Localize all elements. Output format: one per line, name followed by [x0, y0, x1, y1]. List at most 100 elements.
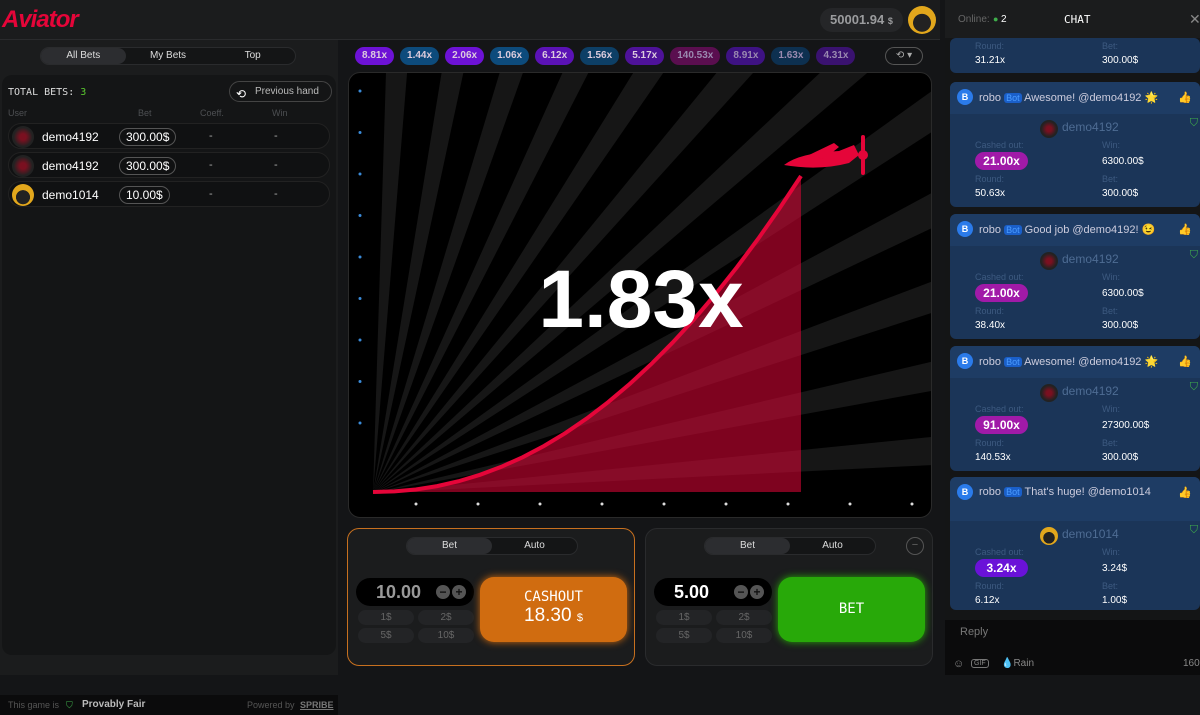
online-dot-icon: ●: [993, 14, 999, 24]
cashed-multiplier: 21.00x: [975, 152, 1028, 170]
column-win: Win: [272, 108, 288, 118]
history-multiplier[interactable]: 8.91x: [726, 47, 766, 65]
tab-bet[interactable]: Bet: [705, 538, 790, 554]
quick-amount-button[interactable]: 10$: [418, 628, 474, 643]
tab-top[interactable]: Top: [210, 48, 295, 64]
shield-icon: ⛉: [66, 700, 73, 710]
quick-amount-button[interactable]: 1$: [656, 610, 712, 625]
emoji-icon[interactable]: ☺: [953, 658, 964, 670]
bet-button[interactable]: BET: [778, 577, 925, 642]
history-multiplier[interactable]: 1.56x: [580, 47, 620, 65]
tab-my-bets[interactable]: My Bets: [126, 48, 211, 64]
avatar: [12, 126, 34, 148]
chat-message: B robo Bot Awesome! @demo4192 🌟 👍 demo41…: [950, 82, 1200, 207]
cashed-multiplier: 3.24x: [975, 559, 1028, 577]
bet-amount-input[interactable]: 5.00 − +: [654, 578, 772, 606]
history-multiplier[interactable]: 4.31x: [816, 47, 856, 65]
like-icon[interactable]: 👍: [1178, 355, 1192, 368]
reply-input[interactable]: Reply: [960, 626, 988, 638]
tab-auto[interactable]: Auto: [492, 538, 577, 554]
cashout-button[interactable]: CASHOUT 18.30 $: [480, 577, 627, 642]
bet-user: demo4192: [42, 159, 99, 173]
quick-amount-button[interactable]: 5$: [656, 628, 712, 643]
quick-amount-button[interactable]: 2$: [716, 610, 772, 625]
history-dropdown-button[interactable]: ⟲ ▾: [885, 47, 923, 65]
tab-all-bets[interactable]: All Bets: [41, 48, 126, 64]
bet-win: -: [274, 130, 278, 142]
y-axis-dot: [358, 131, 362, 134]
message-header: B robo Bot Awesome! @demo4192 🌟 👍: [950, 346, 1200, 378]
message-body: Awesome! @demo4192 🌟: [1024, 356, 1159, 368]
balance-value: 50001.94: [830, 12, 885, 27]
winner-name: demo1014: [1062, 527, 1119, 541]
cashed-label: Cashed out:: [975, 404, 1024, 414]
like-icon[interactable]: 👍: [1178, 486, 1192, 499]
rain-button[interactable]: 💧Rain: [1001, 658, 1034, 669]
quick-amount-button[interactable]: 5$: [358, 628, 414, 643]
bet-win: -: [274, 188, 278, 200]
history-multiplier[interactable]: 1.63x: [771, 47, 811, 65]
bot-avatar: B: [957, 89, 973, 105]
bet-amount-input[interactable]: 10.00 − +: [356, 578, 474, 606]
round-value: 6.12x: [975, 595, 1000, 606]
x-axis-dot: [538, 502, 542, 506]
history-multiplier[interactable]: 5.17x: [625, 47, 665, 65]
avatar: [12, 184, 34, 206]
total-bets: TOTAL BETS: 3: [8, 87, 86, 98]
win-label: Win:: [1102, 140, 1120, 150]
message-header: B robo Bot Good job @demo4192! 😉 👍: [950, 214, 1200, 246]
gif-button[interactable]: GIF: [971, 659, 989, 668]
avatar: [12, 155, 34, 177]
total-bets-count: 3: [80, 87, 87, 98]
verified-shield-icon[interactable]: ⛉: [1190, 249, 1198, 262]
win-value: 6300.00$: [1102, 156, 1144, 167]
history-multiplier[interactable]: 6.12x: [535, 47, 575, 65]
history-icon: ⟲: [236, 87, 247, 101]
tab-auto[interactable]: Auto: [790, 538, 875, 554]
bet-value: 300.00$: [1102, 452, 1139, 463]
fair-prefix: This game is: [8, 700, 60, 710]
verified-shield-icon[interactable]: ⛉: [1190, 524, 1198, 537]
quick-amount-button[interactable]: 2$: [418, 610, 474, 625]
minus-button[interactable]: −: [436, 585, 450, 599]
close-icon[interactable]: ✕: [1189, 11, 1200, 28]
history-multiplier[interactable]: 2.06x: [445, 47, 485, 65]
quick-amount-button[interactable]: 1$: [358, 610, 414, 625]
minus-button[interactable]: −: [734, 585, 748, 599]
verified-shield-icon[interactable]: ⛉: [1190, 117, 1198, 130]
win-value: 6300.00$: [1102, 288, 1144, 299]
previous-hand-button[interactable]: ⟲ Previous hand: [229, 81, 332, 102]
history-multiplier[interactable]: 1.44x: [400, 47, 440, 65]
bot-avatar: B: [957, 353, 973, 369]
online-count: 2: [1001, 14, 1007, 25]
bet-user: demo4192: [42, 130, 99, 144]
x-axis-dot: [600, 502, 604, 506]
column-bet: Bet: [138, 108, 152, 118]
remove-panel-button[interactable]: −: [906, 537, 924, 555]
plus-button[interactable]: +: [750, 585, 764, 599]
bet-mode-tabs: Bet Auto: [704, 537, 876, 555]
message-user: robo: [979, 486, 1002, 498]
history-multiplier[interactable]: 1.06x: [490, 47, 530, 65]
plus-button[interactable]: +: [452, 585, 466, 599]
amount-value: 5.00: [674, 582, 710, 602]
history-multiplier[interactable]: 140.53x: [670, 47, 721, 65]
message-text: robo Bot That's huge! @demo1014: [979, 486, 1151, 498]
like-icon[interactable]: 👍: [1178, 223, 1192, 236]
quick-amount-button[interactable]: 10$: [716, 628, 772, 643]
like-icon[interactable]: 👍: [1178, 91, 1192, 104]
reply-area: Reply ☺ GIF 💧Rain 160: [945, 620, 1200, 675]
x-axis-dot: [476, 502, 480, 506]
verified-shield-icon[interactable]: ⛉: [1190, 381, 1198, 394]
message-header: B robo Bot That's huge! @demo1014 👍: [950, 477, 1200, 521]
x-axis-dot: [848, 502, 852, 506]
tab-bet[interactable]: Bet: [407, 538, 492, 554]
spribe-logo: SPRIBE: [300, 700, 334, 710]
history-multiplier[interactable]: 8.81x: [355, 47, 395, 65]
provably-fair-link[interactable]: Provably Fair: [82, 695, 145, 715]
bet-amount: 300.00$: [119, 157, 177, 175]
user-avatar[interactable]: [908, 6, 936, 34]
online-label: Online:: [958, 14, 990, 25]
message-body: That's huge! @demo1014: [1024, 486, 1151, 498]
bets-list: TOTAL BETS: 3 ⟲ Previous hand User Bet Co…: [2, 75, 336, 655]
